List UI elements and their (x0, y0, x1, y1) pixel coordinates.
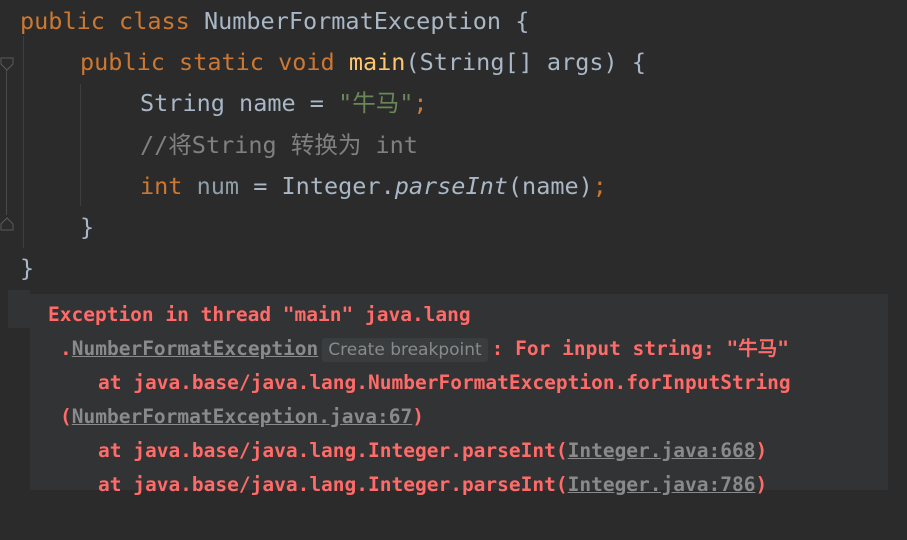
keyword: static (179, 48, 264, 76)
source-link[interactable]: NumberFormatException.java:67 (72, 405, 412, 428)
code-line-7[interactable]: } (20, 253, 34, 283)
operator: = (253, 172, 268, 200)
brace: } (20, 254, 35, 282)
keyword: void (278, 48, 335, 76)
fold-marker-icon[interactable] (0, 216, 14, 231)
code-line-2[interactable]: public static void main(String[] args) { (80, 47, 646, 77)
fold-range-line (6, 70, 7, 215)
source-link[interactable]: Integer.java:668 (568, 439, 756, 462)
exception-link[interactable]: NumberFormatException (72, 337, 319, 360)
indent-guide (80, 84, 81, 206)
brace: { (631, 48, 646, 76)
class-ref: Integer. (281, 172, 395, 200)
console-text: at java.base/java.lang.Integer.parseInt( (98, 439, 568, 462)
console-gutter (8, 290, 30, 328)
keyword: public (20, 7, 105, 35)
brace: { (515, 7, 530, 35)
console-text: . (60, 337, 72, 360)
method-name: main (348, 48, 406, 76)
keyword: class (119, 7, 190, 35)
console-text: ) (755, 439, 768, 462)
code-line-5[interactable]: int num = Integer.parseInt(name); (140, 171, 607, 201)
semicolon: ; (592, 172, 607, 200)
console-line-1: Exception in thread "main" java.lang (48, 303, 471, 326)
keyword: public (80, 48, 165, 76)
console-text: : For input string: "牛马" (491, 337, 789, 360)
fold-marker-icon[interactable] (0, 56, 14, 71)
console-line-4: (NumberFormatException.java:67) (60, 402, 424, 432)
console-line-6: at java.base/java.lang.Integer.parseInt(… (98, 470, 767, 500)
source-link[interactable]: Integer.java:786 (568, 473, 756, 496)
console-line-3: at java.base/java.lang.NumberFormatExcep… (98, 371, 791, 394)
args: (name) (507, 172, 593, 200)
create-breakpoint-hint[interactable]: Create breakpoint (322, 338, 488, 362)
class-name: NumberFormatException (203, 7, 502, 35)
console-line-5: at java.base/java.lang.Integer.parseInt(… (98, 436, 767, 466)
string-literal: "牛马" (338, 89, 414, 117)
variable: name (239, 89, 296, 117)
code-line-1[interactable]: public class NumberFormatException { (20, 6, 529, 36)
variable: num (196, 172, 240, 200)
console-text: ( (60, 405, 72, 428)
console-output[interactable]: Exception in thread "main" java.lang .Nu… (0, 290, 907, 540)
console-text: at java.base/java.lang.Integer.parseInt( (98, 473, 568, 496)
brace: } (80, 213, 95, 241)
code-editor[interactable]: public class NumberFormatException { pub… (0, 0, 907, 290)
params: (String[] args) (405, 48, 618, 76)
code-line-4[interactable]: //将String 转换为 int (140, 130, 418, 160)
code-line-6[interactable]: } (80, 212, 94, 242)
editor-gutter (0, 0, 14, 290)
method-call: parseInt (394, 172, 508, 200)
console-text: ) (755, 473, 768, 496)
console-text: ) (412, 405, 424, 428)
operator: = (309, 89, 324, 117)
comment: //将String 转换为 int (140, 131, 418, 159)
semicolon: ; (413, 89, 428, 117)
console-line-2: .NumberFormatException Create breakpoint:… (60, 334, 789, 364)
keyword: int (140, 172, 183, 200)
type-name: String (140, 89, 225, 117)
indent-guide (23, 36, 24, 248)
code-line-3[interactable]: String name = "牛马"; (140, 88, 428, 118)
